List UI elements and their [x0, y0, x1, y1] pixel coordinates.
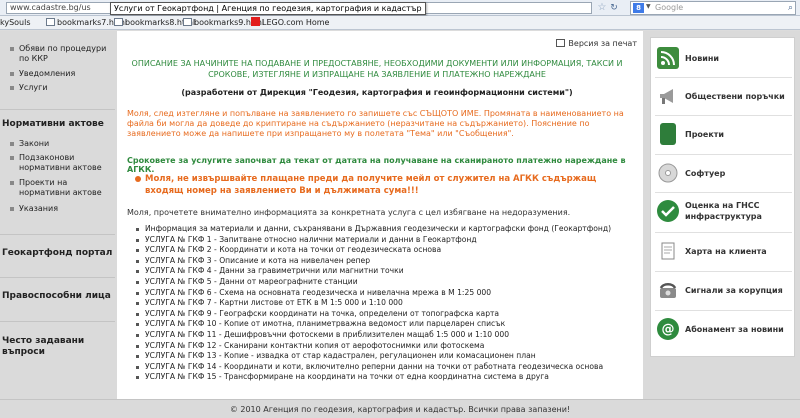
- quick-link-corruption[interactable]: Сигнали за корупция: [651, 274, 796, 308]
- quick-link-subscribe[interactable]: @ Абонамент за новини: [651, 313, 796, 347]
- google-logo-icon[interactable]: 8: [633, 3, 644, 13]
- search-icon[interactable]: ⌕: [788, 2, 793, 14]
- divider: [0, 234, 115, 235]
- divider: [655, 115, 792, 116]
- search-box[interactable]: 8 ▼ Google ⌕: [630, 1, 796, 15]
- warning-bullet-icon: [135, 176, 141, 182]
- file-name-note: Моля, след изтегляне и попълване на заяв…: [127, 109, 624, 138]
- service-link[interactable]: УСЛУГА № ГКФ 7 - Картни листове от ЕТК в…: [135, 298, 635, 309]
- service-link[interactable]: УСЛУГА № ГКФ 12 - Сканирани контактни ко…: [135, 341, 635, 352]
- service-link[interactable]: УСЛУГА № ГКФ 13 - Копие - извадка от ста…: [135, 351, 635, 362]
- quick-link-procurement[interactable]: Обществени поръчки: [651, 80, 796, 114]
- quick-link-label: Обществени поръчки: [685, 92, 785, 101]
- sidebar-heading-geocartfond[interactable]: Геокартфонд портал: [2, 248, 112, 258]
- quick-link-label: Абонамент за новини: [685, 325, 784, 334]
- developed-by-note: (разработени от Дирекция "Геодезия, карт…: [181, 88, 573, 97]
- quick-link-label: Оценка на ГНСС инфраструктура: [685, 201, 762, 221]
- page-icon: [183, 18, 192, 26]
- sidebar-item-draft-acts[interactable]: Проекти на нормативни актове: [10, 178, 109, 198]
- chevron-down-icon[interactable]: ▼: [646, 3, 651, 10]
- sidebar-item-notifications[interactable]: Уведомления: [9, 69, 75, 79]
- page-icon: [46, 18, 55, 26]
- print-version-link[interactable]: Версия за печат: [556, 39, 637, 48]
- quick-link-software[interactable]: Софтуер: [651, 157, 796, 191]
- service-list: Информация за материали и данни, съхраня…: [135, 224, 635, 383]
- divider: [655, 192, 792, 193]
- bookmark-item[interactable]: LEGO.com Home: [251, 17, 329, 29]
- service-link[interactable]: УСЛУГА № ГКФ 3 - Описание и кота на ниве…: [135, 256, 635, 267]
- divider: [655, 310, 792, 311]
- page-icon: [114, 18, 123, 26]
- intro-text: Моля, прочетете внимателно информацията …: [127, 208, 571, 217]
- checkmark-icon: [657, 200, 679, 222]
- sidebar-item-laws[interactable]: Закони: [9, 139, 49, 149]
- at-icon: @: [657, 318, 679, 340]
- sidebar-item-bylaws[interactable]: Подзаконови нормативни актове: [10, 153, 109, 173]
- page-title: ОПИСАНИЕ ЗА НАЧИНИТЕ НА ПОДАВАНЕ И ПРЕДО…: [131, 59, 623, 79]
- service-link[interactable]: УСЛУГА № ГКФ 15 - Трансформиране на коор…: [135, 372, 635, 383]
- browser-address-bar: www.cadastre.bg/us Услуги от Геокартфонд…: [0, 0, 800, 16]
- quick-link-label: Сигнали за корупция: [685, 286, 783, 295]
- svg-text:@: @: [662, 322, 675, 337]
- sidebar-item-services[interactable]: Услуги: [10, 83, 48, 93]
- sidebar-item-procedures[interactable]: Обяви по процедури по ККР: [10, 44, 109, 64]
- service-link[interactable]: УСЛУГА № ГКФ 4 - Данни за гравиметрични …: [135, 266, 635, 277]
- service-link[interactable]: УСЛУГА № ГКФ 14 - Координати и коти, вкл…: [135, 362, 635, 373]
- service-link[interactable]: УСЛУГА № ГКФ 6 - Схема на основната геод…: [135, 288, 635, 299]
- service-link[interactable]: УСЛУГА № ГКФ 11 - Дешифровъчни фотоскеми…: [135, 330, 635, 341]
- page-title-tooltip: Услуги от Геокартфонд | Агенция по геоде…: [110, 2, 426, 15]
- page: Обяви по процедури по ККР Уведомления Ус…: [0, 31, 800, 418]
- bookmark-label: LEGO.com Home: [262, 18, 330, 27]
- service-link[interactable]: УСЛУГА № ГКФ 2 - Координати и кота на то…: [135, 245, 635, 256]
- quick-link-gnss[interactable]: Оценка на ГНСС инфраструктура: [651, 195, 796, 229]
- bookmark-star-icon[interactable]: ☆: [596, 2, 608, 14]
- sidebar-heading-normative[interactable]: Нормативни актове: [2, 119, 104, 129]
- payment-warning: Моля, не извършвайте плащане преди да по…: [145, 174, 597, 196]
- quick-link-label: Проекти: [685, 130, 725, 139]
- quick-link-label: Софтуер: [685, 169, 726, 178]
- service-link[interactable]: Информация за материали и данни, съхраня…: [135, 224, 635, 235]
- quick-link-news[interactable]: Новини: [651, 42, 796, 76]
- divider: [0, 109, 115, 110]
- service-link[interactable]: УСЛУГА № ГКФ 10 - Копие от имотна, плани…: [135, 319, 635, 330]
- refresh-icon[interactable]: ↻: [608, 2, 620, 14]
- sidebar-heading-faq[interactable]: Често задавани въпроси: [2, 336, 92, 358]
- deadline-note: Сроковете за услугите започват да текат …: [127, 156, 626, 174]
- bookmarks-bar: kySouls bookmarks7.html bookmarks8.html …: [0, 16, 800, 30]
- main-content: Версия за печат ОПИСАНИЕ ЗА НАЧИНИТЕ НА …: [117, 31, 643, 399]
- quick-link-label: Харта на клиента: [685, 247, 767, 256]
- sidebar-item-instructions[interactable]: Указания: [9, 204, 58, 214]
- divider: [655, 77, 792, 78]
- service-link[interactable]: УСЛУГА № ГКФ 1 - Запитване относно налич…: [135, 235, 635, 246]
- quick-link-projects[interactable]: Проекти: [651, 118, 796, 152]
- phone-icon: [657, 279, 679, 301]
- print-label: Версия за печат: [568, 39, 637, 48]
- divider: [655, 154, 792, 155]
- service-link[interactable]: УСЛУГА № ГКФ 5 - Данни от мареографните …: [135, 277, 635, 288]
- quick-link-label: Новини: [685, 54, 719, 63]
- divider: [655, 232, 792, 233]
- service-link[interactable]: УСЛУГА № ГКФ 9 - Географски координати н…: [135, 309, 635, 320]
- right-column: Новини Обществени поръчки Проекти Софтуе…: [643, 31, 800, 399]
- sidebar-heading-legal-persons[interactable]: Правоспособни лица: [2, 291, 111, 301]
- bookmark-item[interactable]: kySouls: [0, 17, 31, 29]
- megaphone-icon: [657, 85, 679, 107]
- cd-icon: [657, 162, 679, 184]
- search-input[interactable]: Google: [655, 2, 775, 14]
- document-icon: [657, 240, 679, 262]
- rss-icon: [657, 47, 679, 69]
- lego-icon: [251, 17, 260, 26]
- divider: [0, 321, 115, 322]
- divider: [655, 271, 792, 272]
- book-icon: [660, 123, 676, 145]
- quick-links-panel: Новини Обществени поръчки Проекти Софтуе…: [650, 37, 795, 357]
- printer-icon: [556, 39, 566, 47]
- divider: [0, 277, 115, 278]
- quick-link-client-charter[interactable]: Харта на клиента: [651, 235, 796, 269]
- footer-copyright: © 2010 Агенция по геодезия, картография …: [0, 399, 800, 418]
